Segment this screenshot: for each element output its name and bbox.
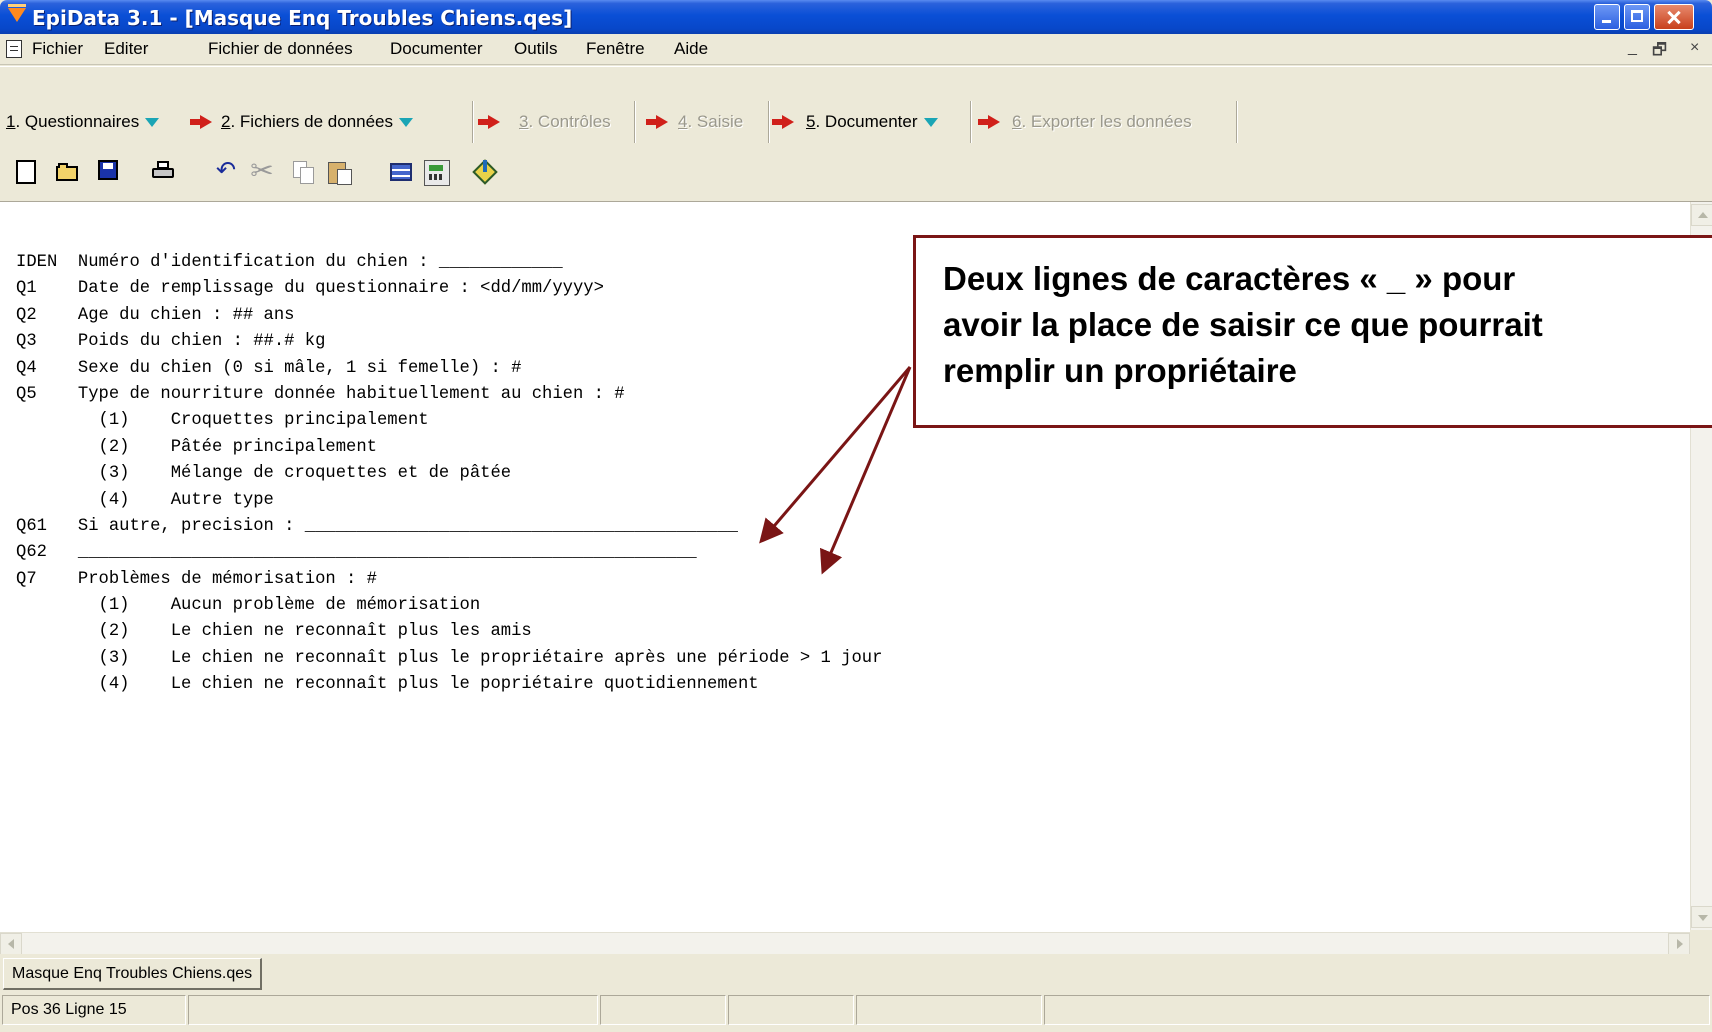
status-panel-empty [600,995,726,1025]
workflow-separator [970,101,971,143]
annotation-callout: Deux lignes de caractères « _ » pour avo… [913,235,1712,428]
minimize-button[interactable] [1594,4,1620,30]
editor-line[interactable]: (1) Croquettes principalement [16,408,882,434]
workflow-fichiers-donnees-button[interactable]: 2. Fichiers de données [221,101,414,143]
status-panel-empty [1044,995,1710,1025]
scroll-up-button[interactable] [1691,204,1712,226]
epidata-window: EpiData 3.1 - [Masque Enq Troubles Chien… [0,0,1712,1032]
editor-line[interactable]: (3) Mélange de croquettes et de pâtée [16,461,882,487]
dropdown-triangle-icon[interactable] [399,118,414,128]
workflow-arrow-icon [190,115,212,129]
menu-outils[interactable]: Outils [514,39,557,59]
scroll-left-button[interactable] [0,933,22,955]
cut-icon[interactable]: ✂ [250,157,274,185]
maximize-button[interactable] [1624,4,1650,30]
menu-aide[interactable]: Aide [674,39,708,59]
editor-line[interactable]: Q2 Age du chien : ## ans [16,303,882,329]
mdi-document-icon[interactable] [6,40,22,58]
scroll-right-button[interactable] [1668,933,1690,955]
document-tab-bar: Masque Enq Troubles Chiens.qes [0,954,1712,990]
workflow-arrow-icon [646,115,668,129]
workflow-arrow-icon [978,115,1000,129]
menu-fichier-de-donnees[interactable]: Fichier de données [208,39,353,59]
title-bar[interactable]: EpiData 3.1 - [Masque Enq Troubles Chien… [0,0,1712,34]
save-icon[interactable] [98,160,118,180]
mdi-minimize-button[interactable]: _ [1628,39,1637,57]
editor-line[interactable]: Q3 Poids du chien : ##.# kg [16,329,882,355]
workflow-separator [768,101,769,143]
mdi-close-button[interactable]: × [1690,39,1699,57]
editor-line[interactable]: (4) Le chien ne reconnaît plus le poprié… [16,672,882,698]
mdi-restore-button[interactable]: 🗗 [1652,39,1667,66]
workflow-separator [472,101,473,143]
editor-line[interactable]: Q62 ____________________________________… [16,540,882,566]
calculator-icon[interactable] [424,160,450,186]
menu-documenter[interactable]: Documenter [390,39,483,59]
workflow-arrow-icon [478,115,500,129]
workflow-exporter-button[interactable]: 6. Exporter les données [1012,101,1192,143]
workflow-separator [634,101,635,143]
brush-icon[interactable] [474,160,498,184]
editor-line[interactable]: Q7 Problèmes de mémorisation : # [16,567,882,593]
editor-line[interactable]: (4) Autre type [16,488,882,514]
scroll-down-button[interactable] [1691,906,1712,928]
window-title: EpiData 3.1 - [Masque Enq Troubles Chien… [32,6,573,30]
editor-line[interactable]: Q4 Sexe du chien (0 si mâle, 1 si femell… [16,356,882,382]
status-panel-empty [856,995,1042,1025]
table-icon[interactable] [390,163,412,181]
menu-fichier[interactable]: Fichier [32,39,83,59]
status-position: Pos 36 Ligne 15 [2,995,186,1025]
epidata-logo-icon[interactable] [8,4,26,22]
workflow-saisie-button[interactable]: 4. Saisie [678,101,743,143]
workflow-arrow-icon [772,115,794,129]
dropdown-triangle-icon[interactable] [145,118,160,128]
menu-bar: Fichier Editer Fichier de données Docume… [0,34,1712,65]
workflow-questionnaires-button[interactable]: 1. Questionnaires [6,101,160,143]
menu-fenetre[interactable]: Fenêtre [586,39,645,59]
new-file-icon[interactable] [16,160,36,184]
dropdown-triangle-icon[interactable] [923,118,938,128]
editor-line[interactable]: (3) Le chien ne reconnaît plus le propri… [16,646,883,672]
editor-line[interactable]: (2) Pâtée principalement [16,435,882,461]
editor-line[interactable]: Q61 Si autre, precision : ______________… [16,514,882,540]
print-icon[interactable] [152,160,176,184]
editor-line[interactable]: Q5 Type de nourriture donnée habituellem… [16,382,882,408]
status-bar: Pos 36 Ligne 15 [0,990,1712,1032]
undo-icon[interactable]: ↶ [214,159,238,184]
workflow-documenter-button[interactable]: 5. Documenter [806,101,938,143]
open-folder-icon[interactable] [56,160,80,184]
close-button[interactable] [1654,4,1694,30]
paste-icon[interactable] [328,160,352,185]
editor-line[interactable]: IDEN Numéro d'identification du chien : … [16,250,882,276]
editor-line[interactable]: (1) Aucun problème de mémorisation [16,593,882,619]
status-panel-empty [188,995,598,1025]
workflow-controles-button[interactable]: 3. Contrôles [519,101,611,143]
editor-line[interactable]: Q1 Date de remplissage du questionnaire … [16,276,882,302]
editor-line[interactable]: (2) Le chien ne reconnaît plus les amis [16,619,882,645]
workflow-separator [1236,101,1237,143]
document-tab[interactable]: Masque Enq Troubles Chiens.qes [3,958,263,990]
copy-icon[interactable] [292,160,316,184]
menu-editer[interactable]: Editer [104,39,148,59]
status-panel-empty [728,995,854,1025]
horizontal-scrollbar[interactable] [0,932,1690,955]
editor-text[interactable]: IDEN Numéro d'identification du chien : … [16,250,882,699]
scrollbar-corner [1690,932,1712,954]
